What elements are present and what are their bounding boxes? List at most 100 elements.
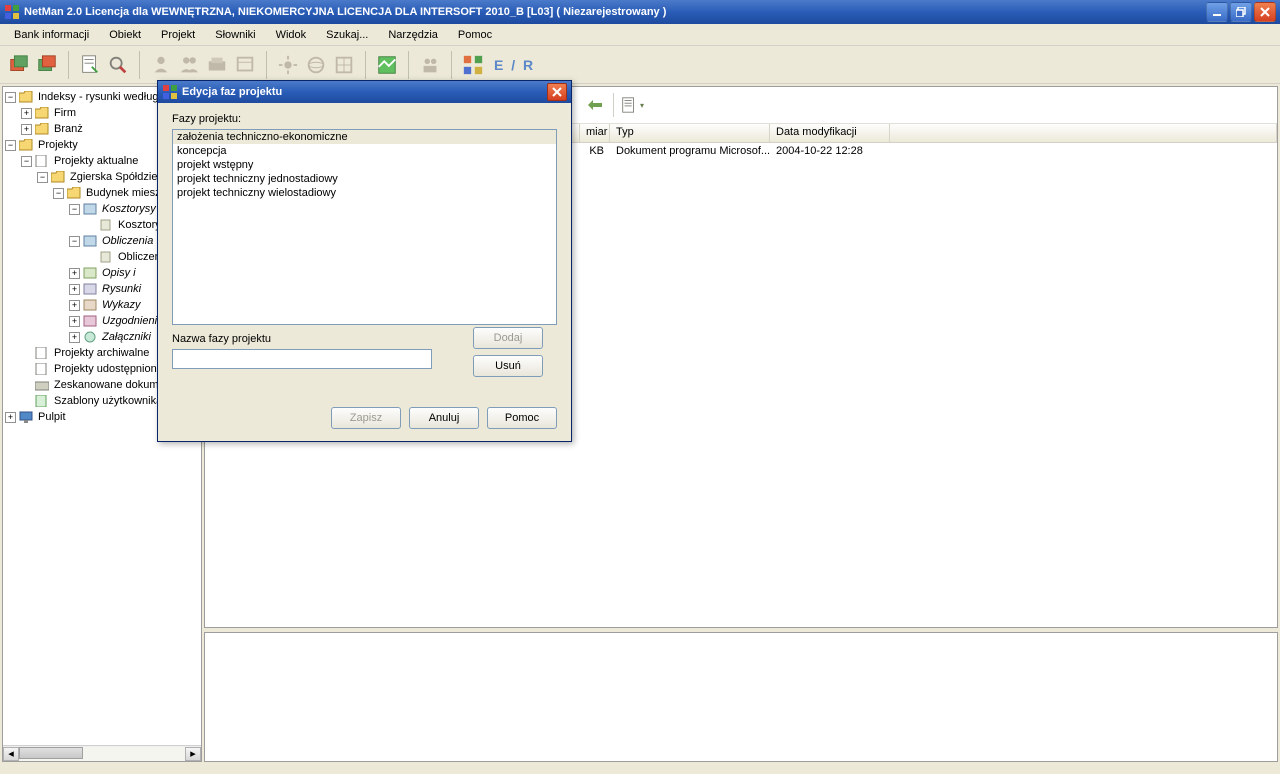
desktop-icon <box>18 410 34 424</box>
dialog-edit-phases: Edycja faz projektu Fazy projektu: założ… <box>157 80 572 442</box>
main-toolbar: E / R <box>0 46 1280 84</box>
list-item[interactable]: projekt wstępny <box>173 158 556 172</box>
expand-icon[interactable]: + <box>21 108 32 119</box>
menu-bank[interactable]: Bank informacji <box>6 27 97 43</box>
folder-icon <box>66 186 82 200</box>
toolbar-btn-5[interactable] <box>148 51 174 79</box>
item-icon <box>98 218 114 232</box>
collapse-icon[interactable]: − <box>5 92 16 103</box>
toolbar-btn-7[interactable] <box>204 51 230 79</box>
cell-date: 2004-10-22 12:28 <box>776 145 863 157</box>
folder-icon <box>18 138 34 152</box>
help-button[interactable]: Pomoc <box>487 407 557 429</box>
list-item[interactable]: projekt techniczny jednostadiowy <box>173 172 556 186</box>
cell-type: Dokument programu Microsof... <box>616 145 770 157</box>
scroll-thumb[interactable] <box>19 747 83 759</box>
menu-narzedzia[interactable]: Narzędzia <box>380 27 446 43</box>
dialog-titlebar[interactable]: Edycja faz projektu <box>158 81 571 103</box>
menu-obiekt[interactable]: Obiekt <box>101 27 149 43</box>
collapse-icon[interactable]: − <box>69 236 80 247</box>
col-type[interactable]: Typ <box>610 124 770 142</box>
toolbar-btn-3[interactable] <box>77 51 103 79</box>
doc-icon <box>34 154 50 168</box>
menu-projekt[interactable]: Projekt <box>153 27 203 43</box>
toolbar-btn-6[interactable] <box>176 51 202 79</box>
toolbar-btn-1[interactable] <box>6 51 32 79</box>
close-button[interactable] <box>1254 2 1276 22</box>
scroll-right-icon[interactable]: ▸ <box>185 747 201 761</box>
scroll-left-icon[interactable]: ◂ <box>3 747 19 761</box>
menu-pomoc[interactable]: Pomoc <box>450 27 500 43</box>
expand-icon[interactable]: + <box>21 124 32 135</box>
menu-widok[interactable]: Widok <box>268 27 315 43</box>
item-icon <box>82 234 98 248</box>
delete-button[interactable]: Usuń <box>473 355 543 377</box>
dialog-close-button[interactable] <box>547 83 567 101</box>
toolbar-btn-9[interactable] <box>275 51 301 79</box>
folder-icon <box>34 122 50 136</box>
expand-icon[interactable]: + <box>69 332 80 343</box>
folder-icon <box>34 106 50 120</box>
toolbar-btn-10[interactable] <box>303 51 329 79</box>
collapse-icon[interactable]: − <box>53 188 64 199</box>
restore-button[interactable] <box>1230 2 1252 22</box>
preview-pane <box>204 632 1278 762</box>
collapse-icon[interactable]: − <box>21 156 32 167</box>
cancel-button[interactable]: Anuluj <box>409 407 479 429</box>
toolbar-btn-12[interactable] <box>374 51 400 79</box>
item-icon <box>82 266 98 280</box>
col-spacer <box>890 124 1277 142</box>
collapse-icon[interactable]: − <box>5 140 16 151</box>
item-icon <box>82 314 98 328</box>
phase-name-input[interactable] <box>172 349 432 369</box>
toolbar-btn-2[interactable] <box>34 51 60 79</box>
item-icon <box>82 330 98 344</box>
menu-slowniki[interactable]: Słowniki <box>207 27 263 43</box>
save-button[interactable]: Zapisz <box>331 407 401 429</box>
toolbar-er-label: E / R <box>494 57 535 73</box>
item-icon <box>98 250 114 264</box>
label-phases: Fazy projektu: <box>172 113 557 125</box>
phases-listbox[interactable]: założenia techniczno-ekonomiczne koncepc… <box>172 129 557 325</box>
expand-icon[interactable]: + <box>69 316 80 327</box>
list-btn-2[interactable]: ▾ <box>620 93 644 117</box>
item-icon <box>82 298 98 312</box>
folder-icon <box>18 90 34 104</box>
collapse-icon[interactable]: − <box>69 204 80 215</box>
template-icon <box>34 394 50 408</box>
window-title: NetMan 2.0 Licencja dla WEWNĘTRZNA, NIEK… <box>24 6 1206 18</box>
add-button[interactable]: Dodaj <box>473 327 543 349</box>
app-icon <box>4 4 20 20</box>
col-size[interactable]: miar <box>580 124 610 142</box>
toolbar-btn-8[interactable] <box>232 51 258 79</box>
tree-hscrollbar[interactable]: ◂ ▸ <box>3 745 201 761</box>
expand-icon[interactable]: + <box>69 300 80 311</box>
doc-icon <box>34 346 50 360</box>
minimize-button[interactable] <box>1206 2 1228 22</box>
titlebar: NetMan 2.0 Licencja dla WEWNĘTRZNA, NIEK… <box>0 0 1280 24</box>
col-date[interactable]: Data modyfikacji <box>770 124 890 142</box>
collapse-icon[interactable]: − <box>37 172 48 183</box>
list-btn-1[interactable] <box>583 93 607 117</box>
list-item[interactable]: koncepcja <box>173 144 556 158</box>
toolbar-btn-4[interactable] <box>105 51 131 79</box>
item-icon <box>82 282 98 296</box>
dialog-icon <box>162 84 178 100</box>
expand-icon[interactable]: + <box>5 412 16 423</box>
list-item[interactable]: założenia techniczno-ekonomiczne <box>173 130 556 144</box>
menubar: Bank informacji Obiekt Projekt Słowniki … <box>0 24 1280 46</box>
expand-icon[interactable]: + <box>69 284 80 295</box>
list-item[interactable]: projekt techniczny wielostadiowy <box>173 186 556 200</box>
toolbar-btn-13[interactable] <box>417 51 443 79</box>
toolbar-btn-11[interactable] <box>331 51 357 79</box>
folder-icon <box>50 170 66 184</box>
expand-icon[interactable]: + <box>69 268 80 279</box>
statusbar <box>0 764 1280 774</box>
toolbar-btn-er-icon[interactable] <box>460 51 486 79</box>
doc-icon <box>34 362 50 376</box>
item-icon <box>82 202 98 216</box>
cell-size: KB <box>589 145 604 157</box>
scan-icon <box>34 378 50 392</box>
menu-szukaj[interactable]: Szukaj... <box>318 27 376 43</box>
dialog-title: Edycja faz projektu <box>182 86 547 98</box>
